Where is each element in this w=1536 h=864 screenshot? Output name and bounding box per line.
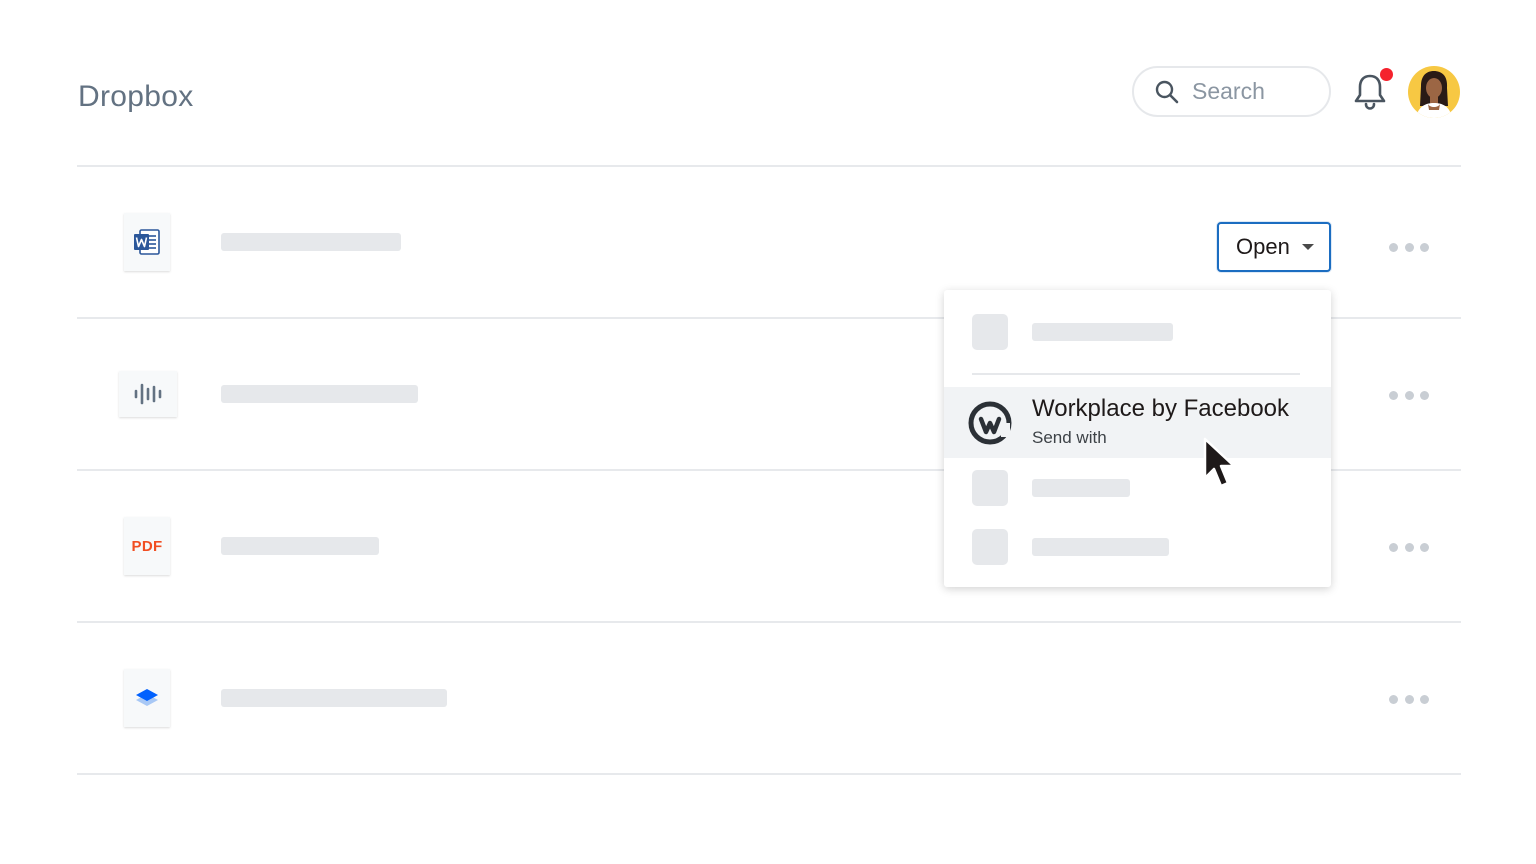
chevron-down-icon	[1301, 244, 1314, 250]
app-name-placeholder	[1032, 323, 1173, 341]
menu-item-title: Workplace by Facebook	[1032, 395, 1290, 422]
search-placeholder: Search	[1192, 78, 1265, 104]
workplace-logo-icon	[966, 399, 1014, 447]
pdf-file-icon[interactable]: PDF	[124, 517, 170, 575]
avatar[interactable]	[1408, 66, 1460, 118]
dropbox-paper-stack-icon[interactable]	[124, 669, 170, 727]
file-name-placeholder	[221, 537, 379, 555]
menu-divider	[972, 373, 1300, 375]
app-icon-placeholder	[972, 529, 1008, 565]
audio-waveform-icon[interactable]	[119, 371, 177, 417]
notification-badge	[1380, 68, 1393, 81]
file-name-placeholder	[221, 689, 447, 707]
app-name-placeholder	[1032, 538, 1169, 556]
more-options-icon[interactable]	[1389, 242, 1429, 252]
app-title: Dropbox	[78, 80, 194, 113]
file-name-placeholder	[221, 233, 401, 251]
app-icon-placeholder	[972, 470, 1008, 506]
row-divider	[77, 165, 1461, 167]
menu-item-subtitle: Send with	[1032, 428, 1107, 447]
pdf-label: PDF	[131, 537, 163, 555]
open-button-label: Open	[1236, 234, 1290, 259]
file-name-placeholder	[221, 385, 418, 403]
app-icon-placeholder	[972, 314, 1008, 350]
app-name-placeholder	[1032, 479, 1130, 497]
row-divider	[77, 621, 1461, 623]
search-input[interactable]: Search	[1132, 66, 1331, 117]
open-with-dropdown: Workplace by Facebook Send with	[944, 290, 1331, 587]
open-button[interactable]: Open	[1217, 222, 1331, 272]
more-options-icon[interactable]	[1389, 694, 1429, 704]
more-options-icon[interactable]	[1389, 542, 1429, 552]
more-options-icon[interactable]	[1389, 390, 1429, 400]
search-icon	[1154, 79, 1180, 105]
mouse-cursor-icon	[1201, 436, 1241, 492]
row-divider	[77, 773, 1461, 775]
word-doc-icon[interactable]	[124, 213, 170, 271]
